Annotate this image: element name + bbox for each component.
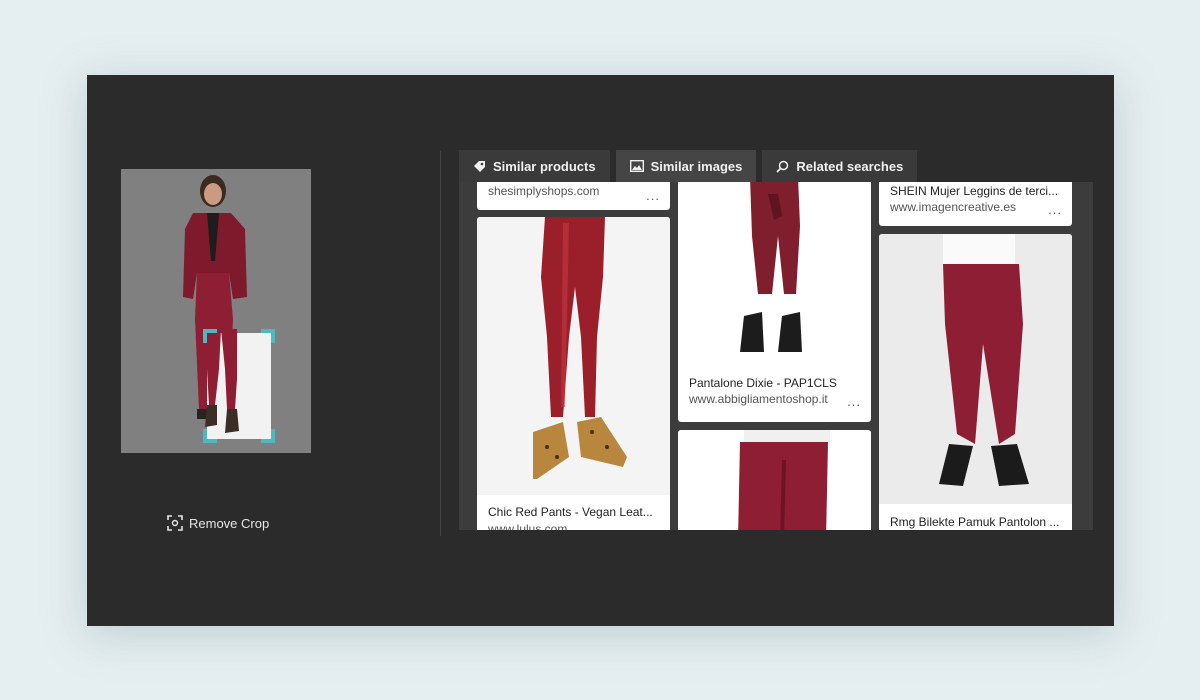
result-tabs: Similar products Similar images Related …: [459, 150, 918, 182]
crop-scan-icon: [167, 515, 183, 531]
result-thumbnail: [879, 234, 1072, 504]
cropped-legs: [203, 329, 239, 433]
result-domain: www.lulus.com: [488, 522, 568, 530]
results-grid: shesimplyshops.com ... Chic Red Pants - …: [459, 182, 1093, 530]
tab-label: Related searches: [796, 158, 904, 174]
result-title: Chic Red Pants - Vegan Leat...: [488, 505, 653, 519]
crop-handle-top-right[interactable]: [261, 329, 275, 343]
result-domain: www.imagencreative.es: [890, 200, 1017, 214]
result-card[interactable]: Pantalone Dixie - PAP1CLS www.abbigliame…: [678, 182, 871, 422]
tag-icon: [474, 160, 485, 172]
more-options-icon[interactable]: ...: [646, 188, 660, 203]
result-card[interactable]: Rmg Bilekte Pamuk Pantolon ...: [879, 234, 1072, 530]
result-card[interactable]: shesimplyshops.com ...: [477, 182, 670, 210]
result-title: Pantalone Dixie - PAP1CLS: [689, 376, 837, 390]
tab-related-searches[interactable]: Related searches: [762, 150, 918, 182]
crop-selection[interactable]: [203, 329, 275, 443]
result-card[interactable]: [678, 430, 871, 530]
image-icon: [629, 160, 644, 172]
result-title: Rmg Bilekte Pamuk Pantolon ...: [890, 515, 1060, 529]
more-options-icon[interactable]: ...: [1048, 202, 1062, 217]
result-card[interactable]: SHEIN Mujer Leggins de terci... www.imag…: [879, 182, 1072, 226]
more-options-icon[interactable]: ...: [847, 394, 861, 409]
visual-search-panel: Remove Crop Similar products Similar ima…: [87, 75, 1114, 626]
result-thumbnail: [678, 430, 871, 530]
query-image: [121, 169, 311, 453]
remove-crop-label: Remove Crop: [189, 515, 270, 531]
crop-handle-bottom-left[interactable]: [203, 429, 217, 443]
result-title: SHEIN Mujer Leggins de terci...: [890, 184, 1059, 198]
crop-handle-top-left[interactable]: [203, 329, 217, 343]
crop-handle-bottom-right[interactable]: [261, 429, 275, 443]
tab-label: Similar products: [493, 158, 596, 174]
tab-label: Similar images: [650, 158, 743, 174]
result-thumbnail: [678, 182, 871, 366]
search-icon: [776, 160, 789, 173]
result-domain: www.abbigliamentoshop.it: [689, 392, 828, 406]
pane-divider: [440, 151, 441, 536]
tab-similar-images[interactable]: Similar images: [615, 150, 757, 182]
remove-crop-button[interactable]: Remove Crop: [167, 513, 269, 533]
result-domain: shesimplyshops.com: [488, 184, 600, 198]
tab-similar-products[interactable]: Similar products: [459, 150, 610, 182]
result-card[interactable]: Chic Red Pants - Vegan Leat... www.lulus…: [477, 217, 670, 530]
result-thumbnail: [477, 217, 670, 495]
